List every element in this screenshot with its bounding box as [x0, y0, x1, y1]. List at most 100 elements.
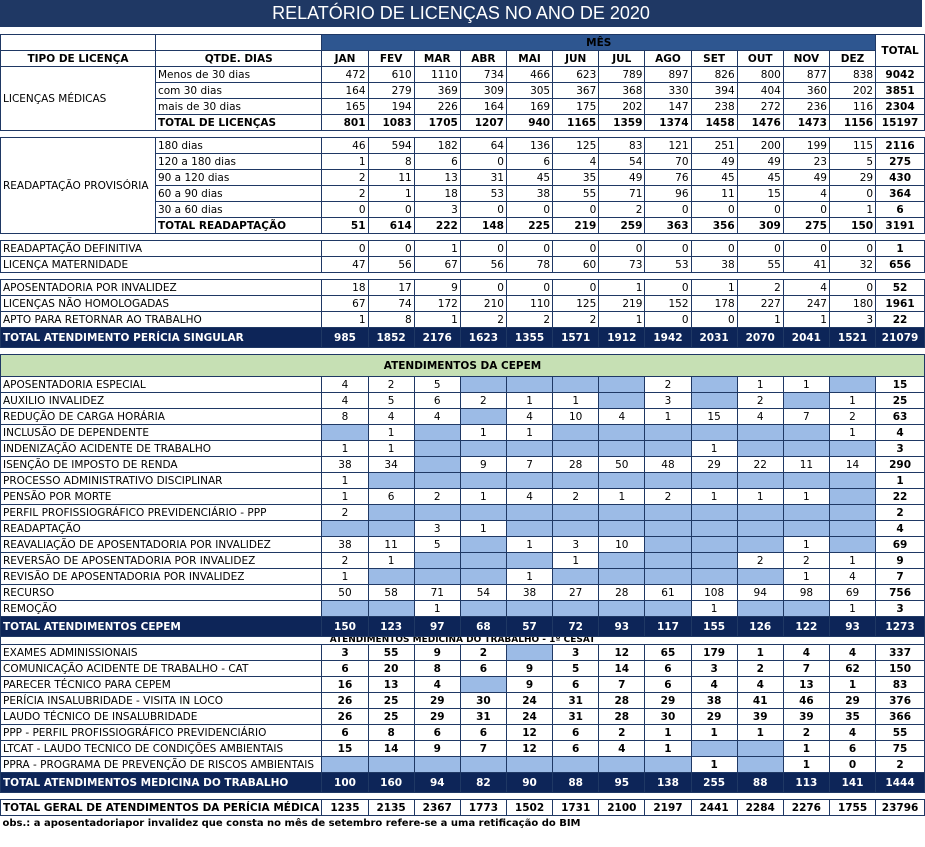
section-header: ATENDIMENTOS MEDICINA DO TRABALHO - 1º C… — [0, 636, 925, 645]
row-label: READAPTAÇÃO — [0, 520, 323, 537]
sub-label: 60 a 90 dias — [154, 185, 323, 202]
month-value-set: 45 — [690, 169, 738, 186]
month-value-jul: 2100 — [598, 799, 646, 816]
month-value-jun: 175 — [552, 98, 600, 115]
sub-label: 120 a 180 dias — [154, 153, 323, 170]
month-value-nov: 1 — [782, 311, 830, 328]
month-value-mar: 6 — [413, 392, 461, 409]
month-value-ago — [644, 440, 692, 457]
table-row: APOSENTADORIA ESPECIAL 4 2 5 2 1 1 15 — [0, 376, 925, 393]
month-value-mai: 2 — [505, 311, 554, 328]
month-value-jul: 259 — [598, 217, 646, 234]
month-value-ago — [644, 568, 692, 585]
month-value-mar: 182 — [413, 137, 461, 154]
month-value-mai: 38 — [505, 185, 554, 202]
month-value-nov: 7 — [782, 408, 830, 425]
month-value-abr: 7 — [459, 740, 507, 757]
month-value-out: 2070 — [736, 327, 784, 348]
month-value-fev: 11 — [367, 536, 415, 553]
month-value-mai: 136 — [505, 137, 554, 154]
month-value-out: 2 — [736, 392, 784, 409]
month-value-nov: 877 — [782, 66, 830, 83]
month-value-set: 238 — [690, 98, 738, 115]
month-value-jul: 71 — [598, 185, 646, 202]
month-value-set: 0 — [690, 201, 738, 218]
spacer-row — [0, 130, 925, 138]
month-value-abr: 1 — [459, 520, 507, 537]
sub-label: 90 a 120 dias — [154, 169, 323, 186]
month-value-mai — [505, 644, 554, 661]
row-total: 2 — [875, 756, 925, 773]
month-value-nov — [782, 600, 830, 617]
month-value-jan: 26 — [321, 708, 369, 725]
month-value-jul: 28 — [598, 692, 646, 709]
spacer-row — [0, 233, 925, 241]
month-value-mar: 2176 — [413, 327, 461, 348]
row-total: 3 — [875, 440, 925, 457]
month-value-fev: 11 — [367, 169, 415, 186]
month-value-jan: 4 — [321, 392, 369, 409]
month-value-jul — [598, 552, 646, 569]
row-total: 22 — [875, 488, 925, 505]
month-header: JAN — [321, 50, 369, 67]
month-value-nov: 39 — [782, 708, 830, 725]
month-value-nov: 2041 — [782, 327, 830, 348]
month-value-out: 49 — [736, 153, 784, 170]
month-header: JUN — [552, 50, 600, 67]
month-value-mai: 1355 — [505, 327, 554, 348]
month-header: FEV — [367, 50, 415, 67]
row-label: REMOÇÃO — [0, 600, 323, 617]
month-value-jun: 3 — [552, 644, 600, 661]
table-row: REAVALIAÇÃO DE APOSENTADORIA POR INVALID… — [0, 536, 925, 553]
table-row: REVISÃO DE APOSENTADORIA POR INVALIDEZ 1 1… — [0, 568, 925, 585]
month-value-mar: 13 — [413, 169, 461, 186]
month-value-mar: 226 — [413, 98, 461, 115]
month-value-abr: 56 — [459, 256, 507, 273]
month-value-set: 15 — [690, 408, 738, 425]
month-value-dez: 150 — [828, 217, 877, 234]
table-row: PERFIL PROFISSIOGRÁFICO PREVIDENCIÁRIO -… — [0, 504, 925, 521]
month-value-jan: 26 — [321, 692, 369, 709]
month-value-mar: 1110 — [413, 66, 461, 83]
month-value-jul: 2 — [598, 724, 646, 741]
row-label: LICENÇA MATERNIDADE — [0, 256, 323, 273]
month-value-set: 1 — [690, 440, 738, 457]
month-value-abr: 31 — [459, 169, 507, 186]
month-value-nov: 46 — [782, 692, 830, 709]
month-value-jan: 51 — [321, 217, 369, 234]
month-value-abr: 1 — [459, 424, 507, 441]
month-value-mai: 0 — [505, 240, 554, 257]
month-value-out: 227 — [736, 295, 784, 312]
month-value-jun: 5 — [552, 660, 600, 677]
month-value-out — [736, 600, 784, 617]
month-value-set — [690, 552, 738, 569]
table-row: PROCESSO ADMINISTRATIVO DISCIPLINAR 1 1 — [0, 472, 925, 489]
month-value-mar: 5 — [413, 536, 461, 553]
month-value-set — [690, 504, 738, 521]
month-value-jun: 31 — [552, 708, 600, 725]
month-value-jun: 72 — [552, 616, 600, 637]
month-value-fev: 2 — [367, 376, 415, 393]
month-header: MAI — [505, 50, 554, 67]
row-total: 1 — [875, 472, 925, 489]
spacer-row — [0, 347, 925, 355]
month-value-set: 394 — [690, 82, 738, 99]
month-value-jul: 28 — [598, 584, 646, 601]
month-value-out: 2 — [736, 279, 784, 296]
table-row: COMUNICAÇÃO ACIDENTE DE TRABALHO - CAT 6 2… — [0, 660, 925, 677]
month-value-jul: 1912 — [598, 327, 646, 348]
month-value-nov: 49 — [782, 169, 830, 186]
month-value-set: 38 — [690, 256, 738, 273]
month-value-ago — [644, 504, 692, 521]
month-value-jul: 4 — [598, 408, 646, 425]
month-value-mar: 369 — [413, 82, 461, 99]
month-value-fev: 2135 — [367, 799, 415, 816]
grand-total-row: TOTAL ATENDIMENTO PERÍCIA SINGULAR 985 185… — [0, 327, 925, 348]
month-value-fev: 610 — [367, 66, 415, 83]
month-value-jun: 1731 — [552, 799, 600, 816]
month-value-nov: 23 — [782, 153, 830, 170]
month-value-set: 826 — [690, 66, 738, 83]
month-value-jun: 4 — [552, 153, 600, 170]
month-value-abr: 2 — [459, 311, 507, 328]
month-value-set: 1 — [690, 600, 738, 617]
